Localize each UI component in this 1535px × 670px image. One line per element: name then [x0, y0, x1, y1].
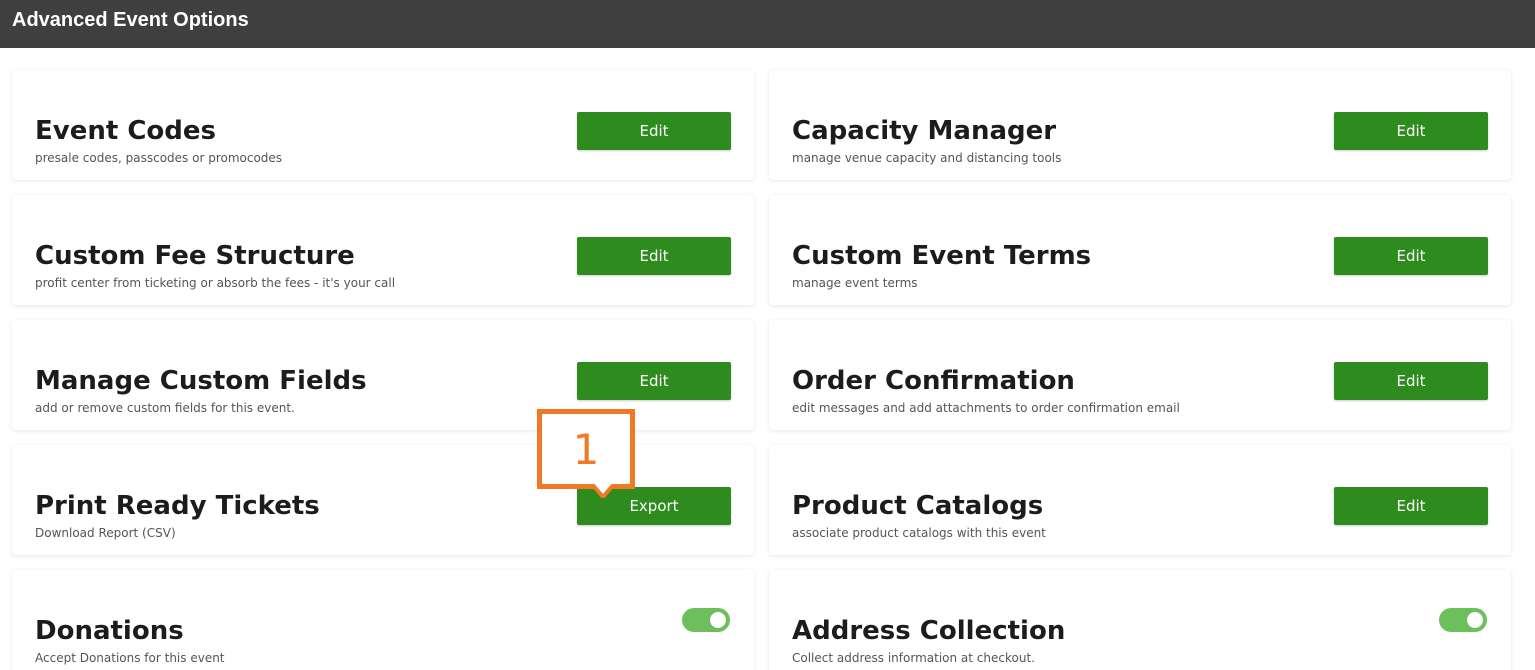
card-subtitle: add or remove custom fields for this eve…	[35, 401, 295, 415]
card-event-codes: Event Codes presale codes, passcodes or …	[12, 70, 754, 180]
card-title: Capacity Manager	[792, 116, 1057, 146]
card-title: Print Ready Tickets	[35, 491, 320, 521]
card-subtitle: Collect address information at checkout.	[792, 651, 1035, 665]
step-callout: 1	[537, 409, 635, 489]
card-title: Event Codes	[35, 116, 216, 146]
card-subtitle: Accept Donations for this event	[35, 651, 225, 665]
toggle-knob	[1467, 612, 1483, 628]
card-subtitle: manage venue capacity and distancing too…	[792, 151, 1062, 165]
product-catalogs-edit-button[interactable]: Edit	[1334, 487, 1488, 525]
card-manage-custom-fields: Manage Custom Fields add or remove custo…	[12, 320, 754, 430]
card-address-collection: Address Collection Collect address infor…	[769, 570, 1511, 670]
card-custom-event-terms: Custom Event Terms manage event terms Ed…	[769, 195, 1511, 305]
address-collection-toggle[interactable]	[1439, 608, 1487, 632]
card-order-confirmation: Order Confirmation edit messages and add…	[769, 320, 1511, 430]
callout-pointer-icon	[592, 484, 614, 498]
card-capacity-manager: Capacity Manager manage venue capacity a…	[769, 70, 1511, 180]
toggle-knob	[710, 612, 726, 628]
card-title: Order Confirmation	[792, 366, 1075, 396]
custom-event-terms-edit-button[interactable]: Edit	[1334, 237, 1488, 275]
page-header: Advanced Event Options	[0, 0, 1535, 48]
card-title: Manage Custom Fields	[35, 366, 367, 396]
manage-custom-fields-edit-button[interactable]: Edit	[577, 362, 731, 400]
card-print-ready-tickets: Print Ready Tickets Download Report (CSV…	[12, 445, 754, 555]
card-title: Custom Event Terms	[792, 241, 1092, 271]
card-donations: Donations Accept Donations for this even…	[12, 570, 754, 670]
custom-fee-structure-edit-button[interactable]: Edit	[577, 237, 731, 275]
card-title: Custom Fee Structure	[35, 241, 355, 271]
card-subtitle: profit center from ticketing or absorb t…	[35, 276, 396, 290]
page-title: Advanced Event Options	[12, 9, 249, 31]
capacity-manager-edit-button[interactable]: Edit	[1334, 112, 1488, 150]
donations-toggle[interactable]	[682, 608, 730, 632]
card-subtitle: associate product catalogs with this eve…	[792, 526, 1046, 540]
card-custom-fee-structure: Custom Fee Structure profit center from …	[12, 195, 754, 305]
card-subtitle: Download Report (CSV)	[35, 526, 176, 540]
event-codes-edit-button[interactable]: Edit	[577, 112, 731, 150]
card-title: Donations	[35, 616, 184, 646]
card-subtitle: presale codes, passcodes or promocodes	[35, 151, 283, 165]
card-subtitle: manage event terms	[792, 276, 918, 290]
card-title: Address Collection	[792, 616, 1066, 646]
step-callout-number: 1	[572, 424, 600, 474]
card-product-catalogs: Product Catalogs associate product catal…	[769, 445, 1511, 555]
card-title: Product Catalogs	[792, 491, 1044, 521]
order-confirmation-edit-button[interactable]: Edit	[1334, 362, 1488, 400]
card-subtitle: edit messages and add attachments to ord…	[792, 401, 1180, 415]
